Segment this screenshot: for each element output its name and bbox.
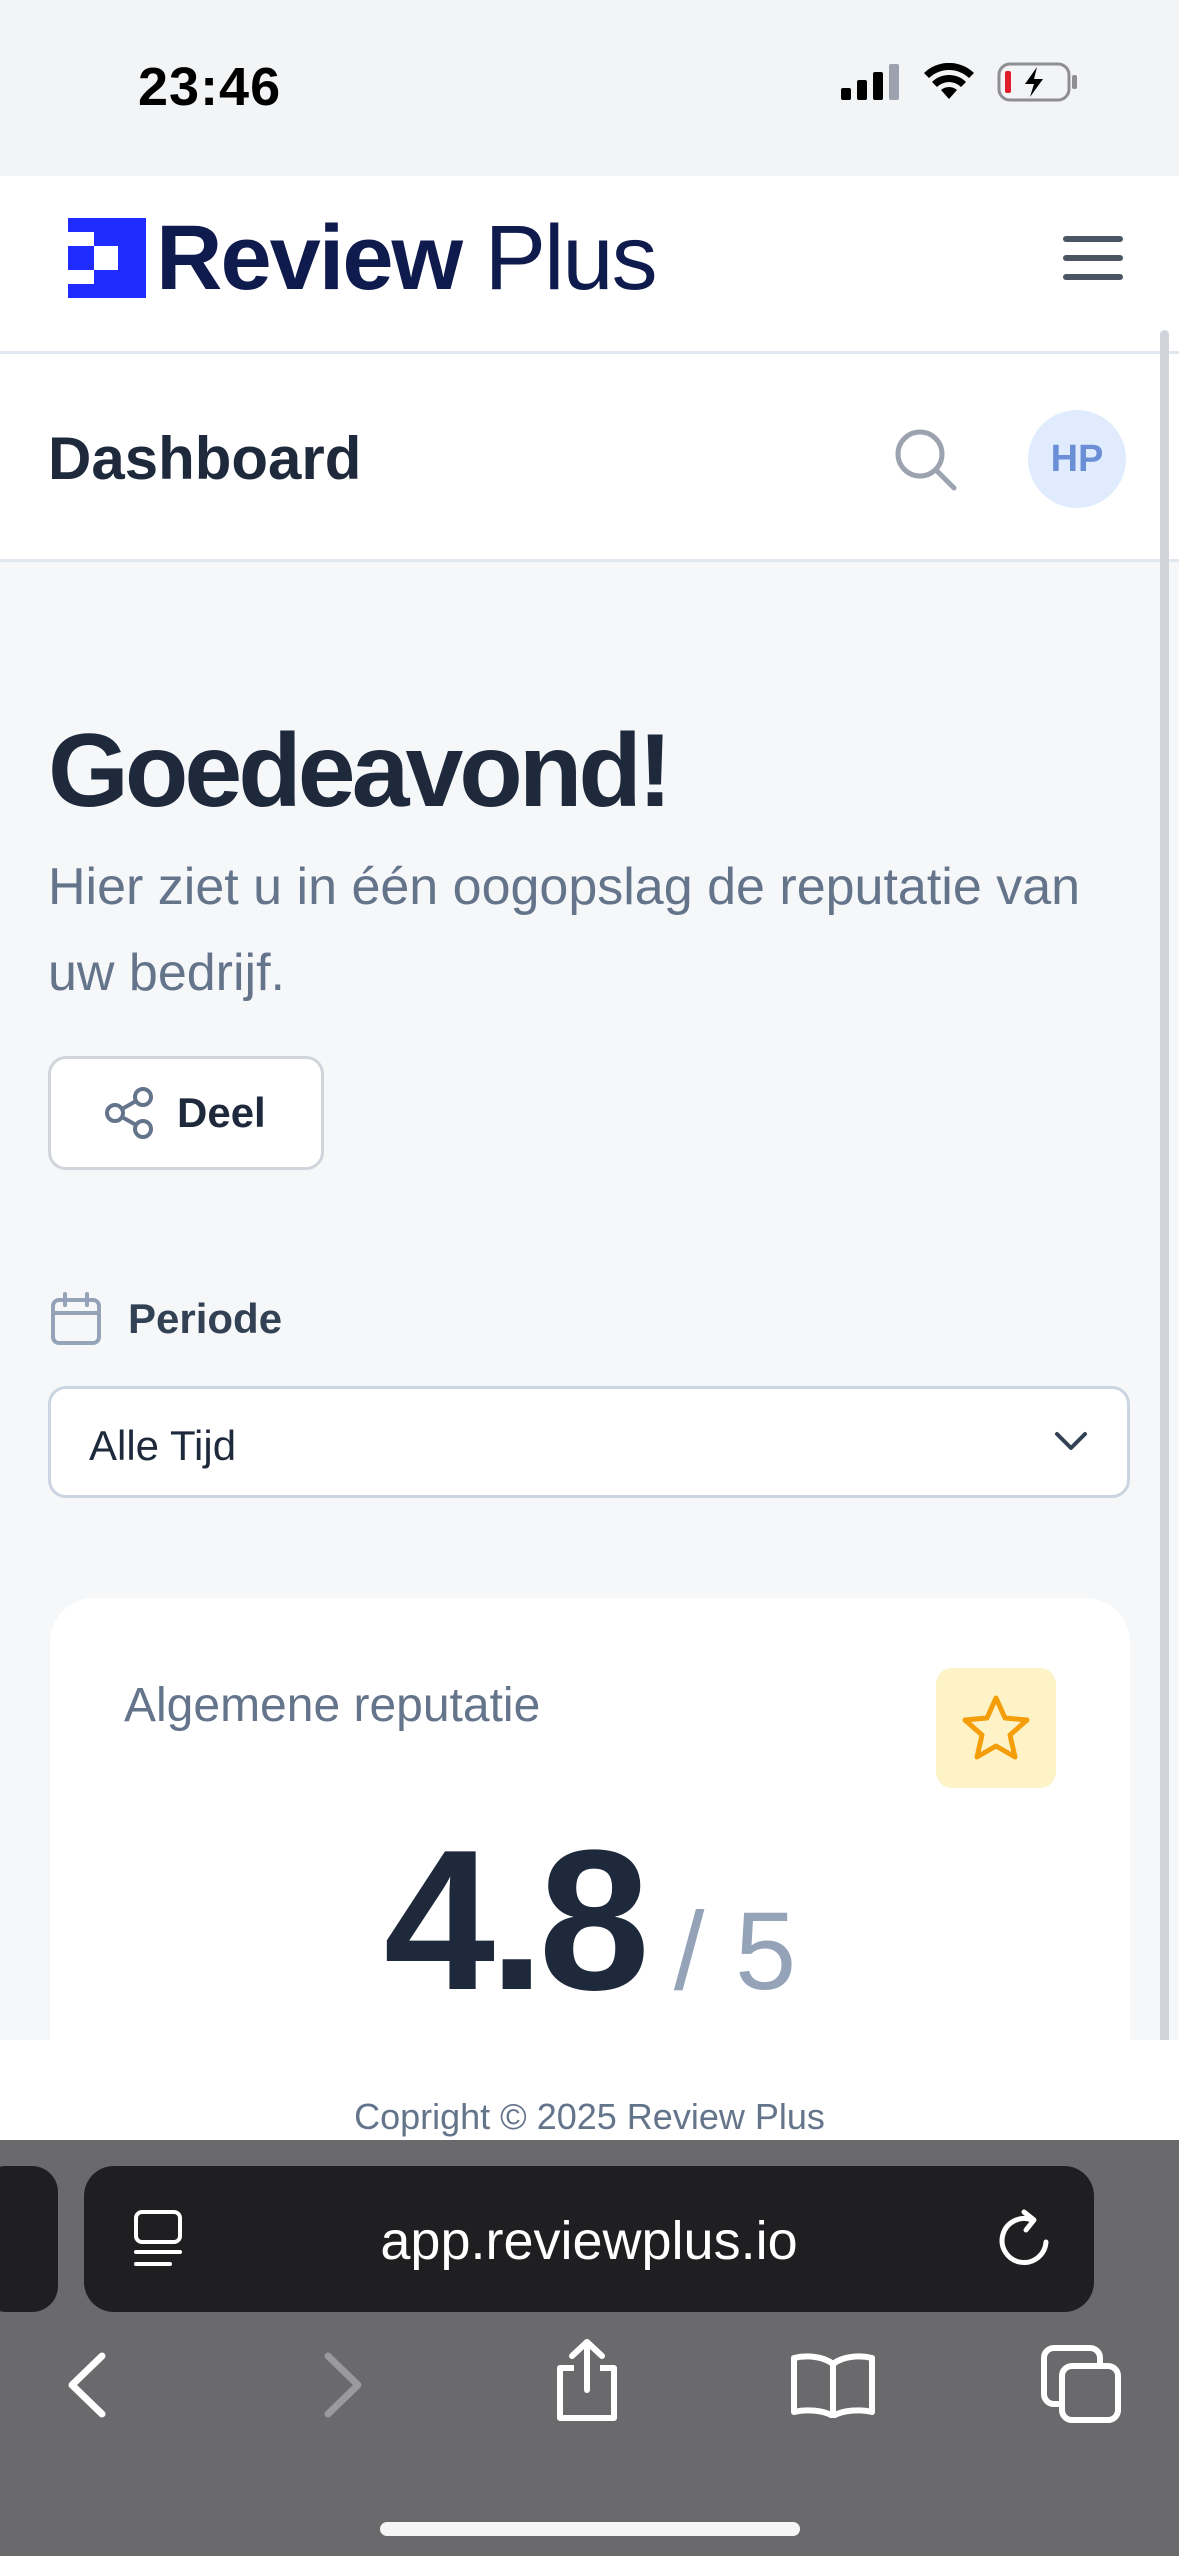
period-select[interactable]: Alle Tijd [48, 1386, 1130, 1498]
reputation-score: 4.8/ 5 [50, 1806, 1130, 2036]
address-bar[interactable]: app.reviewplus.io [84, 2166, 1094, 2312]
greeting-subtitle: Hier ziet u in één oogopslag de reputati… [48, 858, 1081, 1002]
avatar[interactable]: HP [1028, 410, 1126, 508]
back-icon[interactable] [62, 2350, 112, 2420]
page-title: Dashboard [48, 425, 362, 492]
previous-tab-peek[interactable] [0, 2166, 58, 2312]
home-indicator [380, 2522, 800, 2536]
hamburger-menu-icon[interactable] [1063, 236, 1123, 288]
logo-mark-icon [68, 218, 146, 298]
period-label-row: Periode [50, 1292, 282, 1346]
status-icons [841, 62, 1079, 102]
tabs-icon[interactable] [1040, 2344, 1122, 2424]
status-time: 23:46 [138, 57, 282, 117]
share-icon [105, 1087, 153, 1139]
signal-icon [841, 64, 899, 100]
period-select-value: Alle Tijd [89, 1422, 237, 1469]
share-button-label: Deel [177, 1089, 266, 1136]
star-icon [962, 1695, 1030, 1760]
logo-wordmark: Review Plus [156, 207, 658, 309]
page-footer: Copright © 2025 Review Plus [0, 2040, 1179, 2140]
calendar-icon [51, 1292, 101, 1345]
period-label: Periode [128, 1295, 283, 1342]
search-icon[interactable] [890, 424, 960, 494]
reputation-card: Algemene reputatie 4.8/ 5 [50, 1598, 1130, 2040]
copyright-text: Copright © 2025 Review Plus [354, 2096, 825, 2137]
score-denominator: / 5 [673, 1890, 797, 2013]
reputation-card-title: Algemene reputatie [124, 1679, 541, 1732]
wifi-icon [924, 63, 974, 99]
star-badge [936, 1668, 1056, 1788]
greeting-heading: Goedeavond! [48, 713, 673, 829]
review-plus-logo[interactable]: Review Plus [68, 207, 658, 309]
bookmarks-icon[interactable] [790, 2352, 876, 2418]
dashboard-bar: Dashboard HP [0, 354, 1179, 562]
share-button[interactable]: Deel [48, 1056, 324, 1170]
page-scrollbar[interactable] [1160, 330, 1169, 2090]
chevron-down-icon [1055, 1432, 1087, 1450]
forward-icon[interactable] [318, 2350, 368, 2420]
main-content: Goedeavond! Hier ziet u in één oogopslag… [0, 562, 1179, 2040]
status-bar: 23:46 [0, 0, 1179, 176]
share-sheet-icon[interactable] [552, 2338, 622, 2424]
score-value: 4.8 [383, 1809, 650, 2032]
app-header: Review Plus [0, 176, 1179, 354]
address-bar-url: app.reviewplus.io [380, 2211, 798, 2271]
battery-charging-icon [997, 62, 1077, 102]
reload-icon[interactable] [996, 2208, 1056, 2270]
browser-toolbar: app.reviewplus.io [0, 2140, 1179, 2556]
